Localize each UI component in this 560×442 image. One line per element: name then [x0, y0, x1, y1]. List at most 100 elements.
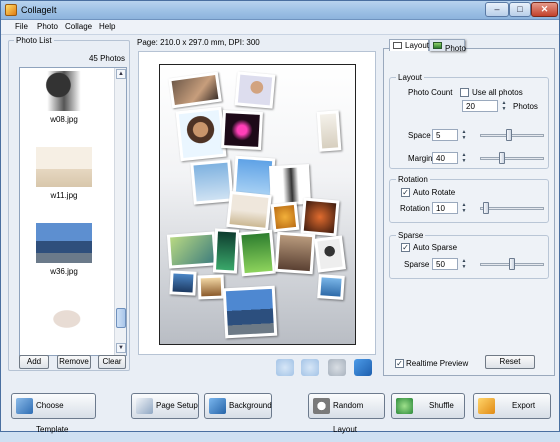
random-layout-icon — [313, 398, 330, 414]
shuffle-icon — [396, 398, 413, 414]
collage-photo[interactable] — [316, 110, 342, 152]
list-item[interactable]: w11.jpg — [20, 144, 116, 224]
page-setup-icon — [136, 398, 153, 414]
scroll-thumb[interactable] — [116, 308, 126, 328]
collage-photo[interactable] — [270, 201, 300, 233]
choose-template-button[interactable]: Choose Template — [11, 393, 96, 434]
choose-template-label: Choose Template — [36, 401, 69, 434]
remove-button[interactable]: Remove — [57, 355, 91, 369]
rotation-stepper[interactable]: ▲ ▼ — [460, 202, 468, 214]
photos-label: Photos — [513, 102, 538, 111]
scroll-up-icon[interactable]: ▲ — [116, 69, 126, 79]
background-icon — [209, 398, 226, 414]
background-label: Background — [229, 401, 272, 410]
list-item[interactable]: w08.jpg — [20, 68, 116, 148]
menu-photo[interactable]: Photo — [37, 22, 58, 31]
collage-photo[interactable] — [222, 285, 278, 339]
photo-silhouette-thumbnail — [36, 71, 92, 111]
shuffle-label: Shuffle — [429, 401, 454, 410]
space-input[interactable]: 5 — [432, 129, 458, 141]
auto-rotate-checkbox[interactable]: ✓ — [401, 188, 410, 197]
maximize-button[interactable]: □ — [509, 2, 531, 17]
menu-file[interactable]: File — [15, 22, 28, 31]
page-setup-button[interactable]: Page Setup — [131, 393, 199, 419]
collage-photo[interactable] — [168, 71, 222, 109]
sparse-slider-thumb[interactable] — [509, 258, 515, 270]
collage-photo[interactable] — [190, 159, 234, 205]
redo-icon[interactable] — [301, 359, 319, 376]
collage-photo[interactable] — [226, 190, 272, 232]
photo-count-label: Photo Count — [408, 88, 453, 97]
menu-help[interactable]: Help — [99, 22, 115, 31]
random-layout-button[interactable]: Random Layout — [308, 393, 385, 434]
canvas-area — [138, 51, 376, 355]
space-stepper[interactable]: ▲ ▼ — [460, 129, 468, 141]
export-label: Export — [512, 401, 536, 410]
export-button[interactable]: Export — [473, 393, 551, 419]
photo-city-thumbnail — [36, 223, 92, 263]
photo-count-input[interactable]: 20 — [462, 100, 498, 112]
photo-filename: w36.jpg — [50, 267, 78, 276]
realtime-preview-checkbox[interactable]: ✓ — [395, 359, 404, 368]
margin-stepper[interactable]: ▲ ▼ — [460, 152, 468, 164]
auto-sparse-checkbox[interactable]: ✓ — [401, 243, 410, 252]
collage-photo[interactable] — [274, 231, 316, 275]
add-button[interactable]: Add — [19, 355, 49, 369]
sparse-label: Sparse — [404, 260, 430, 269]
collage-photo[interactable] — [166, 231, 218, 269]
reset-button[interactable]: Reset — [485, 355, 535, 369]
collage-photo[interactable] — [197, 274, 225, 300]
list-item[interactable]: w36.jpg — [20, 220, 116, 300]
collage-photo[interactable] — [212, 228, 240, 274]
sparse-input[interactable]: 50 — [432, 258, 458, 270]
fit-page-icon[interactable] — [354, 359, 372, 376]
close-button[interactable]: ✕ — [531, 2, 558, 17]
sparse-stepper[interactable]: ▲ ▼ — [460, 258, 468, 270]
photo-filename: w11.jpg — [50, 191, 78, 200]
shuffle-button[interactable]: Shuffle — [391, 393, 465, 419]
photo-count-stepper[interactable]: ▲ ▼ — [500, 100, 508, 112]
page-info: Page: 210.0 x 297.0 mm, DPI: 300 — [137, 38, 260, 47]
layout-group: Layout Photo Count Use all photos 20 ▲ ▼ … — [389, 73, 549, 169]
margin-slider[interactable] — [480, 157, 544, 160]
collage-photo[interactable] — [314, 235, 346, 273]
rotation-label: Rotation — [400, 204, 430, 213]
collage-photo[interactable] — [169, 270, 197, 296]
tab-photo[interactable]: Photo — [429, 39, 466, 53]
margin-input[interactable]: 40 — [432, 152, 458, 164]
photo-list-scrollbar[interactable]: ▲ ▼ — [114, 68, 126, 355]
collage-photo[interactable] — [221, 109, 263, 151]
tab-photo-label: Photo — [445, 44, 466, 53]
margin-slider-thumb[interactable] — [499, 152, 506, 164]
photo-yoga-thumbnail — [36, 147, 92, 187]
collage-photo[interactable] — [300, 197, 340, 237]
scroll-down-icon[interactable]: ▼ — [116, 343, 126, 353]
list-item[interactable] — [20, 296, 116, 355]
space-slider-thumb[interactable] — [505, 129, 512, 141]
menu-bar: File Photo Collage Help — [1, 20, 559, 35]
auto-sparse-label: Auto Sparse — [413, 243, 458, 252]
clear-button[interactable]: Clear — [98, 355, 126, 369]
crop-icon[interactable] — [328, 359, 346, 376]
collage-page[interactable] — [159, 64, 356, 345]
rotation-slider-thumb[interactable] — [483, 202, 490, 214]
collage-photo[interactable] — [238, 229, 276, 277]
collage-photo[interactable] — [317, 274, 345, 300]
tab-layout[interactable]: Layout — [389, 39, 429, 51]
rotation-input[interactable]: 10 — [432, 202, 458, 214]
background-button[interactable]: Background — [204, 393, 272, 419]
settings-panel: Layout Photo Layout Photo Count Use all … — [383, 39, 555, 376]
menu-collage[interactable]: Collage — [65, 22, 92, 31]
rotation-group: Rotation ✓ Auto Rotate Rotation 10 ▲ ▼ — [389, 175, 549, 223]
collage-photo[interactable] — [234, 71, 276, 109]
photo-icon — [433, 42, 442, 49]
collage-photo[interactable] — [175, 106, 227, 162]
photo-list[interactable]: w08.jpg w11.jpg w36.jpg ▲ ▼ — [19, 67, 127, 356]
undo-icon[interactable] — [276, 359, 294, 376]
minimize-button[interactable]: – — [485, 2, 509, 17]
use-all-photos-checkbox[interactable] — [460, 88, 469, 97]
rotation-slider[interactable] — [480, 207, 544, 210]
realtime-preview-label: Realtime Preview — [406, 359, 469, 368]
space-slider[interactable] — [480, 134, 544, 137]
photo-list-group: Photo List 45 Photos w08.jpg w11.jpg w36… — [8, 36, 130, 371]
